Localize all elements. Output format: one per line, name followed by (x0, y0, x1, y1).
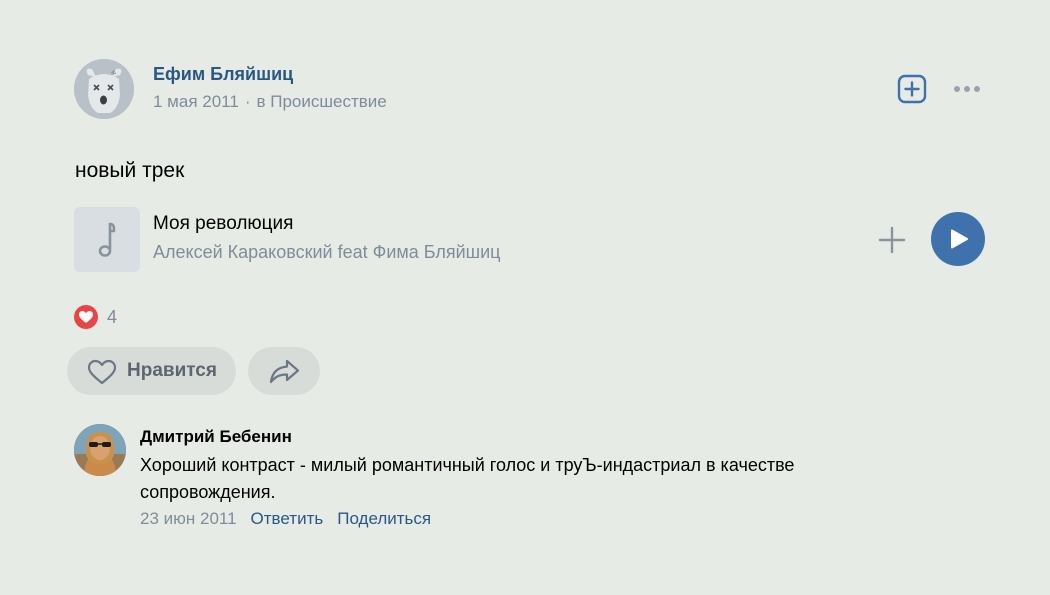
post-author-name[interactable]: Ефим Бляйшиц (153, 64, 293, 85)
more-options-button[interactable] (950, 80, 984, 98)
post-date[interactable]: 1 мая 2011 (153, 92, 239, 111)
share-arrow-icon (269, 359, 300, 384)
comment-text: Хороший контраст - милый романтичный гол… (140, 455, 795, 502)
plus-icon (878, 226, 906, 254)
add-post-button[interactable] (896, 73, 928, 105)
post-category[interactable]: в Происшествие (256, 92, 386, 111)
author-avatar[interactable] (74, 59, 134, 119)
comment-date[interactable]: 23 июн 2011 (140, 509, 237, 528)
reply-link[interactable]: Ответить (251, 509, 324, 528)
plus-square-icon (897, 74, 927, 104)
likes-count[interactable]: 4 (107, 307, 117, 328)
audio-cover[interactable] (74, 207, 140, 272)
track-artist[interactable]: Алексей Караковский feat Фима Бляйшиц (153, 242, 500, 263)
comment-meta: 23 июн 2011 Ответить Поделиться (140, 509, 431, 529)
post-text: новый трек (75, 159, 185, 182)
commenter-avatar[interactable] (74, 424, 126, 476)
meta-separator: · (244, 92, 251, 111)
deactivated-dog-icon (74, 59, 134, 119)
share-comment-link[interactable]: Поделиться (337, 509, 431, 528)
post-meta: 1 мая 2011 · в Происшествие (153, 92, 387, 112)
like-button[interactable]: Нравится (67, 347, 236, 395)
commenter-photo (74, 424, 126, 476)
like-button-label: Нравится (127, 360, 217, 381)
heart-filled-icon (79, 311, 93, 323)
play-button[interactable] (931, 212, 985, 266)
play-icon (951, 229, 968, 249)
likes-badge[interactable] (74, 305, 98, 329)
track-title[interactable]: Моя революция (153, 213, 293, 235)
more-horizontal-icon (954, 86, 980, 92)
heart-outline-icon (87, 359, 117, 385)
add-audio-button[interactable] (876, 224, 908, 256)
comment-author[interactable]: Дмитрий Бебенин (140, 427, 292, 447)
share-button[interactable] (248, 347, 320, 395)
music-note-icon (98, 222, 116, 257)
